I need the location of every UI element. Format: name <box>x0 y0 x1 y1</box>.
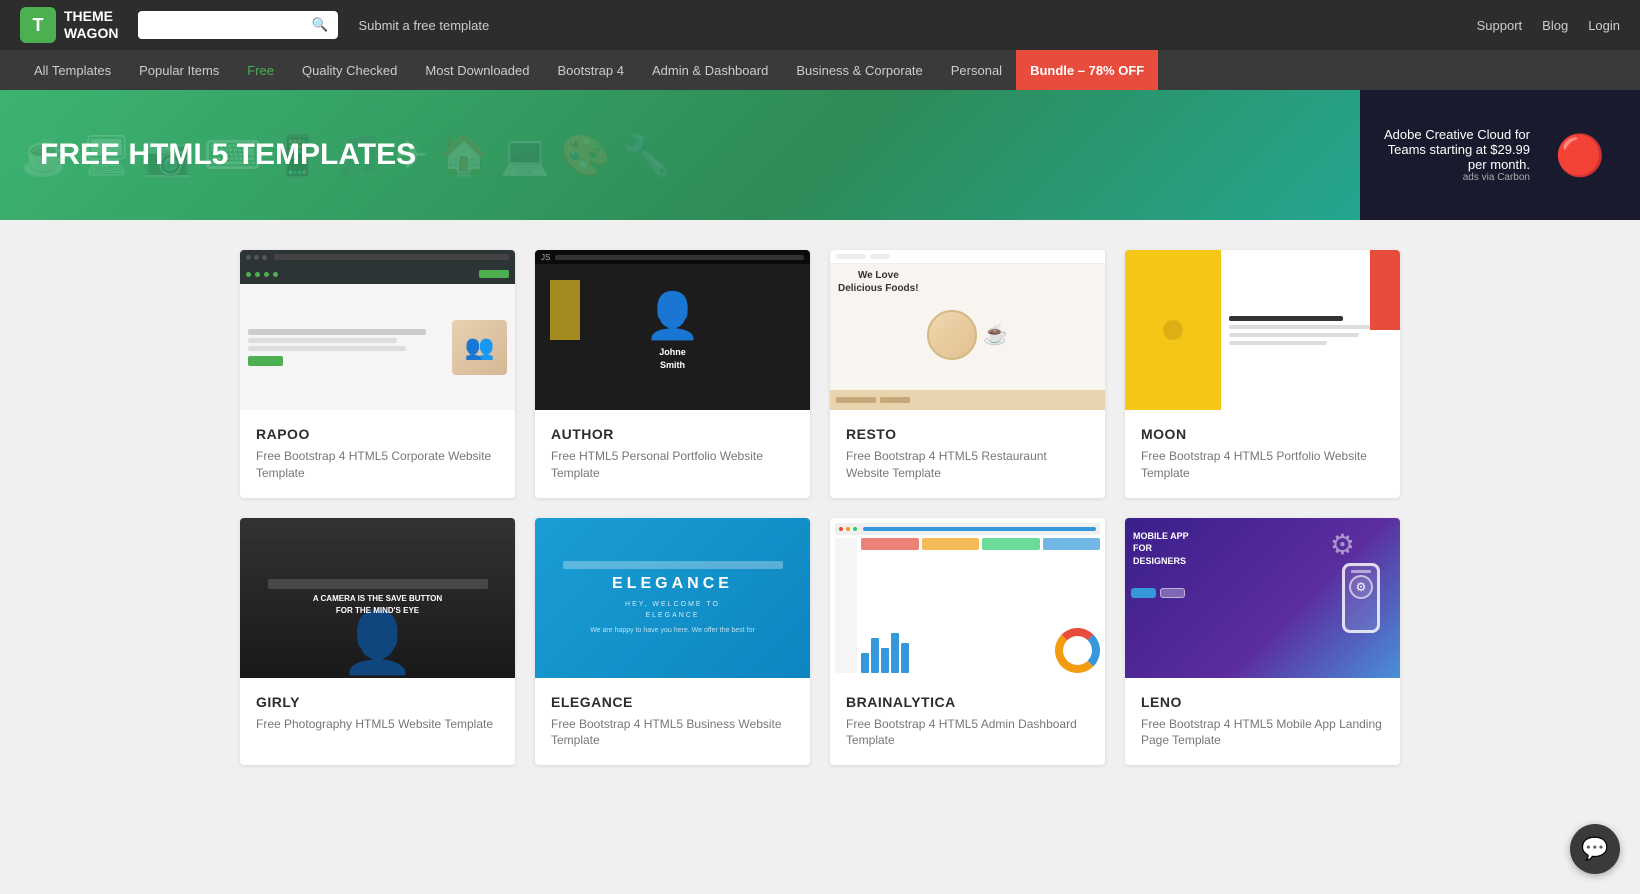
card-info-moon: MOON Free Bootstrap 4 HTML5 Portfolio We… <box>1125 410 1400 498</box>
template-thumb-rapoo: 👥 <box>240 250 515 410</box>
hero-advertisement[interactable]: Adobe Creative Cloud for Teams starting … <box>1360 90 1640 220</box>
login-link[interactable]: Login <box>1588 18 1620 33</box>
card-title-elegance: ELEGANCE <box>551 694 794 710</box>
search-button[interactable]: 🔍 <box>302 11 339 39</box>
card-info-girly: GIRLY Free Photography HTML5 Website Tem… <box>240 678 515 749</box>
nav-quality-checked[interactable]: Quality Checked <box>288 50 411 90</box>
adobe-cc-icon: 🔴 <box>1555 132 1605 179</box>
template-thumb-resto: We LoveDelicious Foods! ☕ <box>830 250 1105 410</box>
card-desc-elegance: Free Bootstrap 4 HTML5 Business Website … <box>551 716 794 750</box>
template-thumb-leno: MOBILE APPFORDESIGNERS ⚙ ⚙ <box>1125 518 1400 678</box>
card-desc-girly: Free Photography HTML5 Website Template <box>256 716 499 733</box>
hero-ad-sub: ads via Carbon <box>1380 172 1530 183</box>
card-info-leno: LENO Free Bootstrap 4 HTML5 Mobile App L… <box>1125 678 1400 766</box>
template-card-moon[interactable]: MOON Free Bootstrap 4 HTML5 Portfolio We… <box>1125 250 1400 498</box>
nav-bootstrap4[interactable]: Bootstrap 4 <box>543 50 638 90</box>
nav-business-corporate[interactable]: Business & Corporate <box>782 50 936 90</box>
template-card-elegance[interactable]: ELEGANCE HEY, WELCOME TOELEGANCE We are … <box>535 518 810 766</box>
card-desc-leno: Free Bootstrap 4 HTML5 Mobile App Landin… <box>1141 716 1384 750</box>
blog-link[interactable]: Blog <box>1542 18 1568 33</box>
search-input[interactable] <box>138 12 301 39</box>
logo[interactable]: T THEMEWAGON <box>20 7 118 43</box>
nav-admin-dashboard[interactable]: Admin & Dashboard <box>638 50 782 90</box>
card-desc-brainalytica: Free Bootstrap 4 HTML5 Admin Dashboard T… <box>846 716 1089 750</box>
card-title-author: AUTHOR <box>551 426 794 442</box>
top-bar-right: Support Blog Login <box>1477 18 1620 33</box>
nav-personal[interactable]: Personal <box>937 50 1016 90</box>
template-card-resto[interactable]: We LoveDelicious Foods! ☕ RESTO Free Boo… <box>830 250 1105 498</box>
card-info-elegance: ELEGANCE Free Bootstrap 4 HTML5 Business… <box>535 678 810 766</box>
nav-free[interactable]: Free <box>233 50 288 90</box>
main-nav: All Templates Popular Items Free Quality… <box>0 50 1640 90</box>
hero-section: ☕ 🖥 📷 ⌨ 📱 🎵 ✈ 🏠 💻 🎨 🔧 FREE HTML5 TEMPLAT… <box>0 90 1640 220</box>
adobe-cc-logo: 🔴 <box>1540 115 1620 195</box>
card-title-leno: LENO <box>1141 694 1384 710</box>
template-card-leno[interactable]: MOBILE APPFORDESIGNERS ⚙ ⚙ LENO Free Boo… <box>1125 518 1400 766</box>
logo-icon: T <box>20 7 56 43</box>
nav-popular-items[interactable]: Popular Items <box>125 50 233 90</box>
top-bar: T THEMEWAGON 🔍 Submit a free template Su… <box>0 0 1640 50</box>
template-card-brainalytica[interactable]: BRAINALYTICA Free Bootstrap 4 HTML5 Admi… <box>830 518 1105 766</box>
template-thumb-girly: 👤 A CAMERA IS THE SAVE BUTTONFOR THE MIN… <box>240 518 515 678</box>
card-title-resto: RESTO <box>846 426 1089 442</box>
card-info-resto: RESTO Free Bootstrap 4 HTML5 Restauraunt… <box>830 410 1105 498</box>
card-desc-resto: Free Bootstrap 4 HTML5 Restauraunt Websi… <box>846 448 1089 482</box>
search-icon: 🔍 <box>312 17 329 32</box>
submit-template-link[interactable]: Submit a free template <box>358 18 489 33</box>
hero-ad-text: Adobe Creative Cloud for Teams starting … <box>1380 127 1530 172</box>
card-desc-moon: Free Bootstrap 4 HTML5 Portfolio Website… <box>1141 448 1384 482</box>
card-info-rapoo: RAPOO Free Bootstrap 4 HTML5 Corporate W… <box>240 410 515 498</box>
hero-title: FREE HTML5 TEMPLATES <box>40 138 416 172</box>
nav-bundle[interactable]: Bundle – 78% OFF <box>1016 50 1158 90</box>
template-thumb-moon <box>1125 250 1400 410</box>
card-info-brainalytica: BRAINALYTICA Free Bootstrap 4 HTML5 Admi… <box>830 678 1105 766</box>
chat-button[interactable]: 💬 <box>1570 824 1620 874</box>
chat-icon: 💬 <box>1581 836 1608 862</box>
card-info-author: AUTHOR Free HTML5 Personal Portfolio Web… <box>535 410 810 498</box>
template-thumb-author: JS 👤 JohneSmith <box>535 250 810 410</box>
card-title-moon: MOON <box>1141 426 1384 442</box>
main-content: 👥 RAPOO Free Bootstrap 4 HTML5 Corporate… <box>220 220 1420 795</box>
template-grid: 👥 RAPOO Free Bootstrap 4 HTML5 Corporate… <box>240 250 1400 765</box>
card-title-rapoo: RAPOO <box>256 426 499 442</box>
template-thumb-brainalytica <box>830 518 1105 678</box>
template-card-girly[interactable]: 👤 A CAMERA IS THE SAVE BUTTONFOR THE MIN… <box>240 518 515 766</box>
template-card-rapoo[interactable]: 👥 RAPOO Free Bootstrap 4 HTML5 Corporate… <box>240 250 515 498</box>
nav-all-templates[interactable]: All Templates <box>20 50 125 90</box>
card-title-girly: GIRLY <box>256 694 499 710</box>
template-card-author[interactable]: JS 👤 JohneSmith AUTHOR Free HTML5 Person… <box>535 250 810 498</box>
card-desc-rapoo: Free Bootstrap 4 HTML5 Corporate Website… <box>256 448 499 482</box>
logo-text: THEMEWAGON <box>64 8 118 42</box>
support-link[interactable]: Support <box>1477 18 1523 33</box>
nav-most-downloaded[interactable]: Most Downloaded <box>411 50 543 90</box>
card-title-brainalytica: BRAINALYTICA <box>846 694 1089 710</box>
search-bar-container: 🔍 <box>138 11 338 39</box>
card-desc-author: Free HTML5 Personal Portfolio Website Te… <box>551 448 794 482</box>
template-thumb-elegance: ELEGANCE HEY, WELCOME TOELEGANCE We are … <box>535 518 810 678</box>
